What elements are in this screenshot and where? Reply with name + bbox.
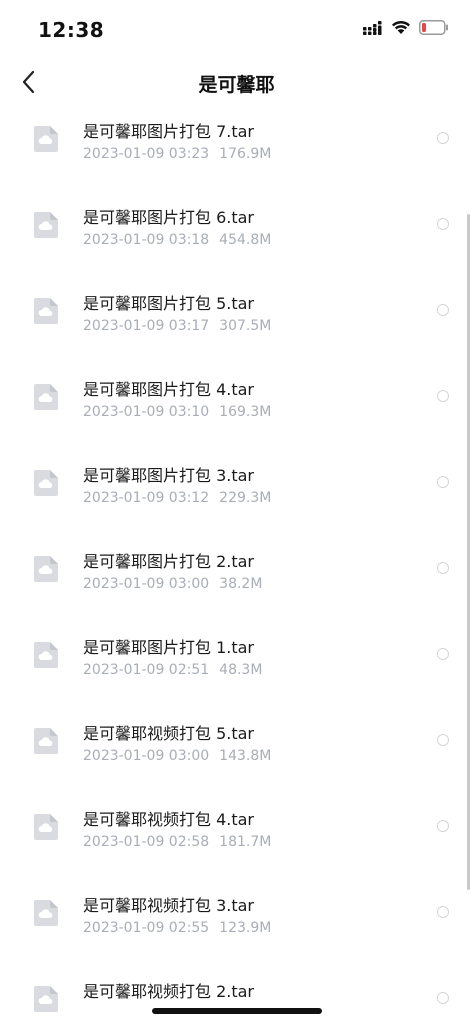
file-meta: 2023-01-09 03:23 176.9M (83, 146, 271, 162)
file-size: 229.3M (219, 490, 272, 506)
cloud-file-icon (34, 298, 58, 324)
select-radio[interactable] (437, 906, 449, 918)
scrollbar[interactable] (467, 214, 470, 890)
file-size: 123.9M (219, 920, 272, 936)
battery-low-icon (419, 20, 449, 39)
file-name: 是可馨耶视频打包 5.tar (83, 724, 255, 743)
select-radio[interactable] (437, 304, 449, 316)
file-name: 是可馨耶视频打包 4.tar (83, 810, 255, 829)
file-size: 48.3M (219, 662, 263, 678)
file-date: 2023-01-09 03:00 (83, 576, 210, 592)
file-date: 2023-01-09 03:10 (83, 404, 210, 420)
file-meta: 2023-01-09 02:55 123.9M (83, 920, 271, 936)
file-list-item[interactable]: 是可馨耶视频打包 5.tar 2023-01-09 03:00 143.8M (0, 712, 473, 798)
file-name: 是可馨耶图片打包 2.tar (83, 552, 255, 571)
cloud-file-icon (34, 212, 58, 238)
file-list-item[interactable]: 是可馨耶图片打包 5.tar 2023-01-09 03:17 307.5M (0, 282, 473, 368)
file-size: 143.8M (219, 748, 272, 764)
home-indicator[interactable] (152, 1008, 322, 1014)
cloud-file-icon (34, 384, 58, 410)
wifi-icon (391, 20, 411, 39)
file-date: 2023-01-09 03:17 (83, 318, 210, 334)
file-date: 2023-01-09 03:12 (83, 490, 210, 506)
file-meta: 2023-01-09 03:10 169.3M (83, 404, 271, 420)
file-name: 是可馨耶视频打包 3.tar (83, 896, 255, 915)
select-radio[interactable] (437, 734, 449, 746)
select-radio[interactable] (437, 820, 449, 832)
file-name: 是可馨耶图片打包 3.tar (83, 466, 255, 485)
file-size: 181.7M (219, 834, 272, 850)
file-name: 是可馨耶视频打包 2.tar (83, 982, 255, 1001)
status-bar: 12:38 (0, 0, 473, 56)
file-meta (83, 1006, 93, 1022)
status-time: 12:38 (38, 18, 105, 42)
cloud-file-icon (34, 126, 58, 152)
select-radio[interactable] (437, 218, 449, 230)
file-list-item[interactable]: 是可馨耶图片打包 1.tar 2023-01-09 02:51 48.3M (0, 626, 473, 712)
file-meta: 2023-01-09 03:18 454.8M (83, 232, 271, 248)
file-date: 2023-01-09 02:58 (83, 834, 210, 850)
select-radio[interactable] (437, 132, 449, 144)
file-list-item[interactable]: 是可馨耶图片打包 3.tar 2023-01-09 03:12 229.3M (0, 454, 473, 540)
app-screen: 12:38 是可馨耶 是可馨耶图片打包 7.tar 2023-01-09 03:… (0, 0, 473, 1024)
file-meta: 2023-01-09 03:17 307.5M (83, 318, 271, 334)
select-radio[interactable] (437, 390, 449, 402)
cloud-file-icon (34, 642, 58, 668)
cloud-file-icon (34, 814, 58, 840)
file-size: 38.2M (219, 576, 263, 592)
select-radio[interactable] (437, 992, 449, 1004)
file-meta: 2023-01-09 02:58 181.7M (83, 834, 271, 850)
file-name: 是可馨耶图片打包 1.tar (83, 638, 255, 657)
file-size: 454.8M (219, 232, 272, 248)
signal-icon (363, 20, 383, 39)
file-meta: 2023-01-09 03:00 38.2M (83, 576, 262, 592)
file-list-item[interactable]: 是可馨耶图片打包 7.tar 2023-01-09 03:23 176.9M (0, 110, 473, 196)
file-list-item[interactable]: 是可馨耶视频打包 3.tar 2023-01-09 02:55 123.9M (0, 884, 473, 970)
file-size: 169.3M (219, 404, 272, 420)
status-icons (363, 20, 449, 39)
file-name: 是可馨耶图片打包 4.tar (83, 380, 255, 399)
file-meta: 2023-01-09 03:00 143.8M (83, 748, 271, 764)
file-date: 2023-01-09 02:55 (83, 920, 210, 936)
cloud-file-icon (34, 986, 58, 1012)
file-list-item[interactable]: 是可馨耶视频打包 4.tar 2023-01-09 02:58 181.7M (0, 798, 473, 884)
file-list-item[interactable]: 是可馨耶图片打包 6.tar 2023-01-09 03:18 454.8M (0, 196, 473, 282)
select-radio[interactable] (437, 648, 449, 660)
nav-bar: 是可馨耶 (0, 56, 473, 112)
file-date: 2023-01-09 03:00 (83, 748, 210, 764)
file-list-item[interactable]: 是可馨耶图片打包 4.tar 2023-01-09 03:10 169.3M (0, 368, 473, 454)
file-date: 2023-01-09 03:23 (83, 146, 210, 162)
file-name: 是可馨耶图片打包 7.tar (83, 122, 255, 141)
cloud-file-icon (34, 556, 58, 582)
page-title: 是可馨耶 (198, 74, 275, 96)
file-size: 307.5M (219, 318, 272, 334)
file-list: 是可馨耶图片打包 7.tar 2023-01-09 03:23 176.9M 是可馨耶… (0, 108, 473, 1024)
file-date: 2023-01-09 02:51 (83, 662, 210, 678)
file-date: 2023-01-09 03:18 (83, 232, 210, 248)
file-size: 176.9M (219, 146, 272, 162)
file-name: 是可馨耶图片打包 5.tar (83, 294, 255, 313)
cloud-file-icon (34, 728, 58, 754)
file-list-item[interactable]: 是可馨耶图片打包 2.tar 2023-01-09 03:00 38.2M (0, 540, 473, 626)
file-name: 是可馨耶图片打包 6.tar (83, 208, 255, 227)
file-meta: 2023-01-09 02:51 48.3M (83, 662, 262, 678)
select-radio[interactable] (437, 476, 449, 488)
file-meta: 2023-01-09 03:12 229.3M (83, 490, 271, 506)
file-list-item[interactable]: 是可馨耶视频打包 2.tar (0, 970, 473, 1024)
cloud-file-icon (34, 900, 58, 926)
select-radio[interactable] (437, 562, 449, 574)
cloud-file-icon (34, 470, 58, 496)
